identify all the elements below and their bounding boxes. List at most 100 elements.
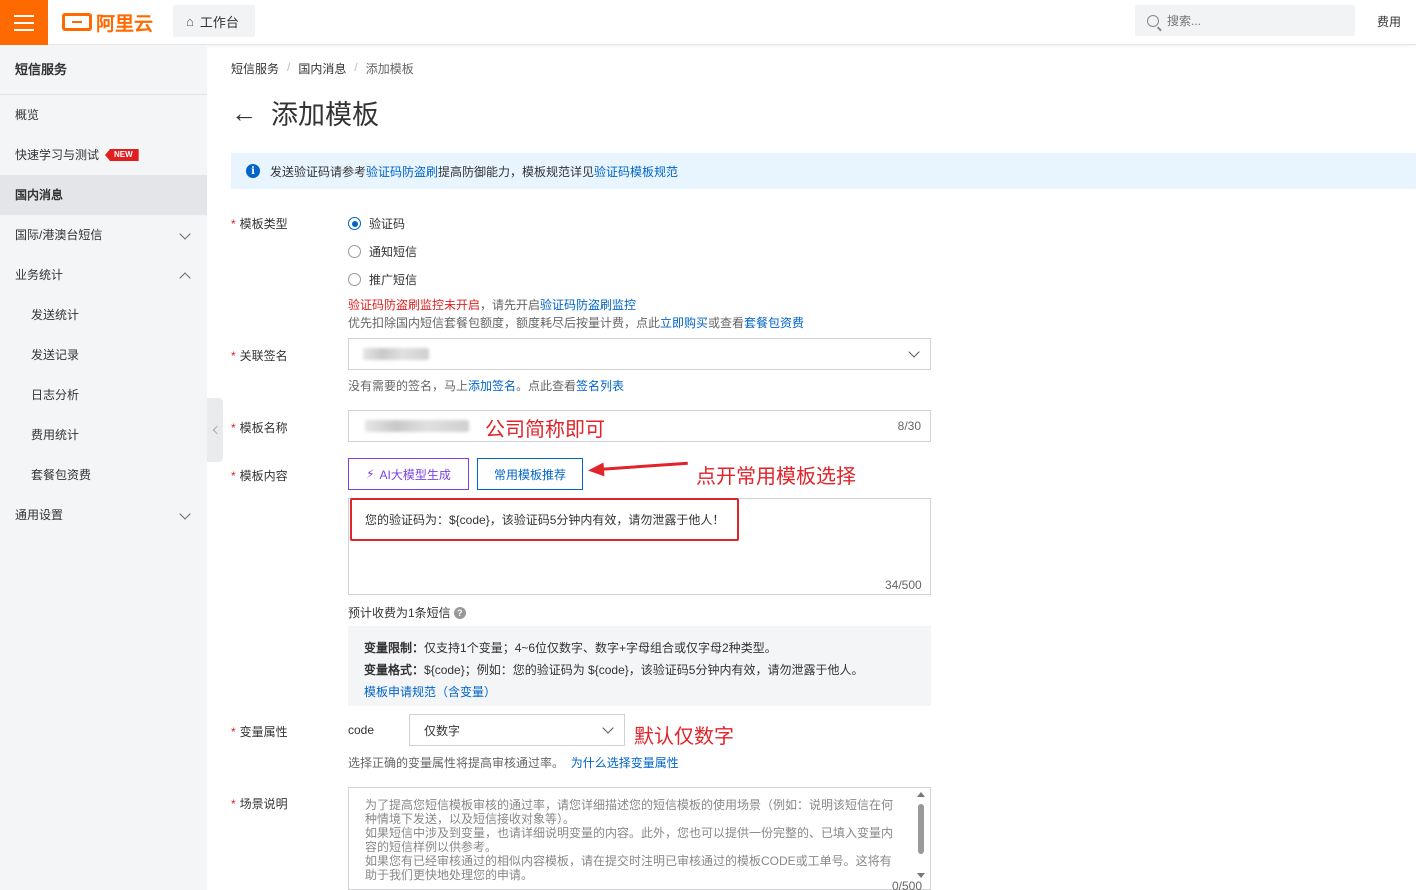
back-arrow-icon[interactable]: ← <box>231 100 257 126</box>
top-bar: 阿里云 ⌂ 工作台 费用 <box>0 0 1416 45</box>
radio-promotion[interactable]: 推广短信 <box>348 271 417 288</box>
annotation-attr-hint: 默认仅数字 <box>634 726 734 748</box>
notice-text: 发送验证码请参考验证码防盗刷提高防御能力，模板规范详见验证码模板规范 <box>270 163 678 180</box>
variable-limit-line: 变量限制：仅支持1个变量；4~6位仅数字、数字+字母组合或仅字母2种类型。 <box>364 637 915 659</box>
chevron-down-icon <box>179 228 191 240</box>
question-icon[interactable]: ? <box>453 606 466 619</box>
sidebar-item-send-records[interactable]: 发送记录 <box>0 335 207 375</box>
annotation-arrow <box>597 461 688 471</box>
signature-list-link[interactable]: 签名列表 <box>576 379 624 393</box>
scene-char-counter: 0/500 <box>892 879 923 890</box>
add-signature-link[interactable]: 添加签名 <box>468 379 516 393</box>
home-icon: ⌂ <box>186 13 194 29</box>
sidebar-item-log-analysis[interactable]: 日志分析 <box>0 375 207 415</box>
scroll-thumb[interactable] <box>918 804 924 854</box>
radio-notification[interactable]: 通知短信 <box>348 243 417 260</box>
fee-estimate: 预计收费为1条短信 ? <box>348 604 466 621</box>
chevron-down-icon <box>179 508 191 520</box>
sidebar-item-label: 国内消息 <box>15 188 64 202</box>
sidebar-item-send-stats[interactable]: 发送统计 <box>0 295 207 335</box>
sidebar-item-overview[interactable]: 概览 <box>0 95 207 135</box>
help-text: 优先扣除国内短信套餐包额度，额度耗尽后按量计费，点此 <box>348 316 661 330</box>
label-text: 变量属性 <box>239 725 288 739</box>
workbench-label: 工作台 <box>199 14 239 30</box>
content-char-counter: 34/500 <box>885 578 922 592</box>
sidebar-item-general-settings[interactable]: 通用设置 <box>0 495 207 535</box>
annotation-template-hint: 点开常用模板选择 <box>696 466 856 488</box>
sidebar-collapse-handle[interactable] <box>207 398 223 462</box>
scene-scrollbar[interactable] <box>915 790 927 880</box>
breadcrumb-separator: / <box>354 60 358 74</box>
ai-generate-button[interactable]: ⚡ AI大模型生成 <box>348 458 469 490</box>
required-mark: * <box>231 421 236 435</box>
variable-attr-select[interactable]: 仅数字 <box>409 714 625 746</box>
annotation-name-hint: 公司简称即可 <box>485 419 605 441</box>
signature-label: * 关联签名 <box>231 347 288 364</box>
warning-mid: ，请先开启 <box>480 298 541 312</box>
scroll-down-icon[interactable] <box>917 873 925 878</box>
sidebar-item-statistics[interactable]: 业务统计 <box>0 255 207 295</box>
notice-link-anti-fraud[interactable]: 验证码防盗刷 <box>366 165 438 179</box>
package-pricing-link[interactable]: 套餐包资费 <box>744 316 804 330</box>
page-header: ← 添加模板 <box>231 93 379 132</box>
chevron-down-icon <box>908 346 920 358</box>
fee-text: 预计收费为1条短信 <box>348 606 451 620</box>
sidebar-title: 短信服务 <box>0 45 207 95</box>
template-spec-link[interactable]: 模板申请规范（含变量） <box>364 685 496 699</box>
buy-now-link[interactable]: 立即购买 <box>660 316 708 330</box>
chevron-left-icon <box>212 425 221 435</box>
sidebar-item-domestic[interactable]: 国内消息 <box>0 175 207 215</box>
notice-link-template-spec[interactable]: 验证码模板规范 <box>594 165 678 179</box>
template-content-value: 您的验证码为：${code}，该验证码5分钟内有效，请勿泄露于他人！ <box>365 513 725 527</box>
common-template-button[interactable]: 常用模板推荐 <box>477 458 583 490</box>
anti-fraud-warning: 验证码防盗刷监控未开启，请先开启验证码防盗刷监控 <box>348 296 636 313</box>
search-box[interactable] <box>1135 5 1355 36</box>
required-mark: * <box>231 217 236 231</box>
template-content-label: * 模板内容 <box>231 467 288 484</box>
sidebar-item-quickstart[interactable]: 快速学习与测试 NEW <box>0 135 207 175</box>
sidebar-item-cost-stats[interactable]: 费用统计 <box>0 415 207 455</box>
sidebar-item-label: 业务统计 <box>15 268 64 282</box>
radio-label: 推广短信 <box>369 273 418 287</box>
radio-checked-icon[interactable] <box>348 217 361 230</box>
notice-middle: 提高防御能力，模板规范详见 <box>438 164 595 179</box>
placeholder-line: 如果短信中涉及到变量，也请详细说明变量的内容。此外，您也可以提供一份完整的、已填… <box>365 826 894 854</box>
radio-unchecked-icon[interactable] <box>348 245 361 258</box>
why-variable-attr-link[interactable]: 为什么选择变量属性 <box>571 756 679 770</box>
sidebar-item-package-pricing[interactable]: 套餐包资费 <box>0 455 207 495</box>
scene-textarea[interactable]: 为了提高您短信模板审核的通过率，请您详细描述您的短信模板的使用场景（例如：说明该… <box>348 787 931 890</box>
breadcrumb: 短信服务 / 国内消息 / 添加模板 <box>231 60 414 77</box>
menu-icon[interactable] <box>0 0 48 45</box>
button-label: AI大模型生成 <box>379 467 451 482</box>
sidebar-item-international[interactable]: 国际/港澳台短信 <box>0 215 207 255</box>
info-notice: i 发送验证码请参考验证码防盗刷提高防御能力，模板规范详见验证码模板规范 <box>231 153 1416 189</box>
cost-link[interactable]: 费用 <box>1377 13 1401 30</box>
workbench-button[interactable]: ⌂ 工作台 <box>173 5 255 37</box>
sidebar-item-label: 通用设置 <box>15 508 64 522</box>
sidebar-item-label: 发送记录 <box>31 348 80 362</box>
magic-wand-icon: ⚡ <box>366 467 375 481</box>
scroll-up-icon[interactable] <box>917 792 925 797</box>
breadcrumb-separator: / <box>287 60 291 74</box>
variable-name: code <box>348 723 375 737</box>
template-name-input[interactable]: 8/30 <box>348 410 931 442</box>
signature-select[interactable] <box>348 338 931 370</box>
help-text: 选择正确的变量属性将提高审核通过率。 <box>348 756 565 770</box>
help-text: 没有需要的签名，马上 <box>348 379 469 393</box>
breadcrumb-item-sms[interactable]: 短信服务 <box>231 60 279 77</box>
anti-fraud-monitor-link[interactable]: 验证码防盗刷监控 <box>540 298 636 312</box>
aliyun-logo[interactable]: 阿里云 <box>62 10 153 35</box>
search-icon <box>1147 14 1159 27</box>
label-text: 模板内容 <box>239 469 288 483</box>
radio-unchecked-icon[interactable] <box>348 273 361 286</box>
search-input[interactable] <box>1167 13 1337 28</box>
required-mark: * <box>231 797 236 811</box>
help-text: 。点此查看 <box>516 379 577 393</box>
selected-value: 仅数字 <box>424 723 461 738</box>
help-text: 或查看 <box>708 316 745 330</box>
redacted-template-name <box>365 420 469 432</box>
required-mark: * <box>231 349 236 363</box>
scene-label: * 场景说明 <box>231 795 288 812</box>
radio-verification-code[interactable]: 验证码 <box>348 215 405 232</box>
breadcrumb-item-domestic[interactable]: 国内消息 <box>298 60 346 77</box>
